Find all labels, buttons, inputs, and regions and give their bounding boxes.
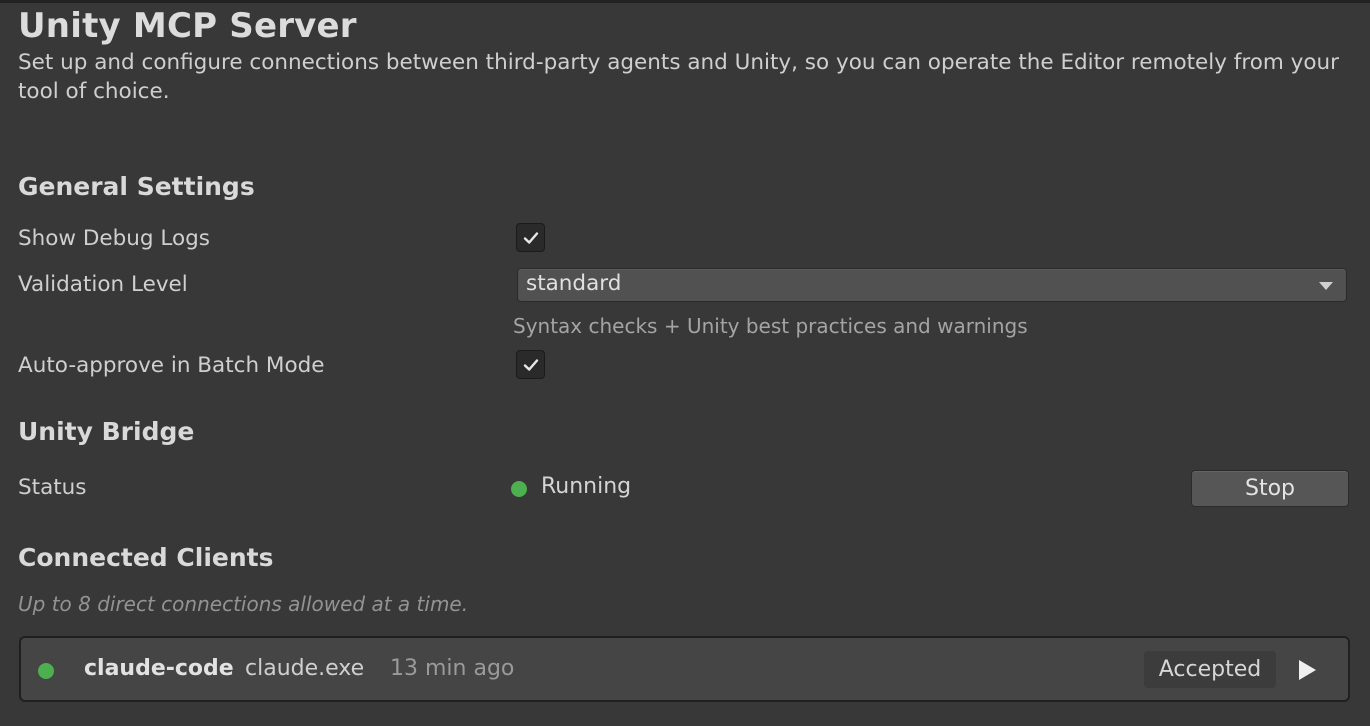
validation-level-hint: Syntax checks + Unity best practices and… [513, 314, 1028, 338]
chevron-down-icon [1319, 282, 1333, 290]
show-debug-logs-label: Show Debug Logs [18, 226, 210, 251]
unity-bridge-heading: Unity Bridge [18, 417, 195, 446]
auto-approve-label: Auto-approve in Batch Mode [18, 353, 325, 378]
window-top-border [0, 0, 1370, 3]
client-name: claude-code [84, 656, 234, 681]
page-description: Set up and configure connections between… [18, 50, 1340, 104]
page-title: Unity MCP Server [18, 6, 357, 46]
client-row[interactable]: claude-code claude.exe 13 min ago Accept… [19, 636, 1350, 702]
status-value: Running [541, 474, 632, 499]
checkmark-icon [523, 231, 538, 244]
general-settings-heading: General Settings [18, 172, 255, 201]
checkmark-icon [523, 358, 538, 371]
show-debug-logs-checkbox[interactable] [516, 223, 545, 252]
client-connected-time: 13 min ago [390, 656, 515, 681]
stop-button[interactable]: Stop [1191, 470, 1349, 507]
status-indicator-dot [511, 481, 527, 497]
play-icon [1299, 660, 1316, 680]
client-status-dot [38, 663, 54, 679]
client-executable: claude.exe [245, 656, 365, 681]
client-state-badge: Accepted [1144, 651, 1276, 688]
validation-level-dropdown[interactable]: standard [517, 268, 1347, 302]
auto-approve-checkbox[interactable] [516, 350, 545, 379]
connected-clients-heading: Connected Clients [18, 543, 274, 572]
validation-level-label: Validation Level [18, 272, 188, 297]
play-button[interactable] [1293, 656, 1321, 684]
status-label: Status [18, 475, 87, 500]
validation-level-value: standard [526, 271, 622, 296]
connection-limit-note: Up to 8 direct connections allowed at a … [18, 592, 469, 616]
